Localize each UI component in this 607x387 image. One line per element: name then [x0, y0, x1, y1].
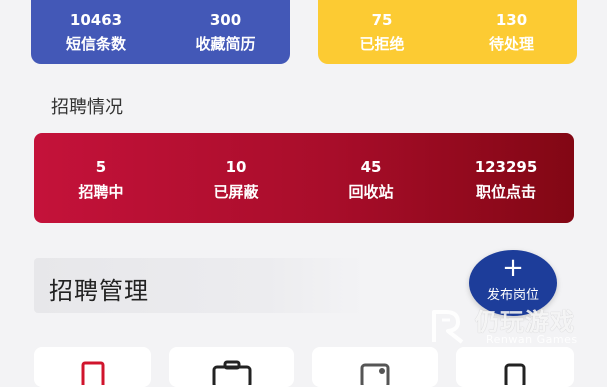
stat-sms-count[interactable]: 10463 短信条数	[31, 11, 161, 54]
briefcase-icon	[212, 360, 251, 385]
feature-tile-4[interactable]	[456, 347, 574, 387]
post-job-label: 发布岗位	[486, 288, 539, 303]
stat-value: 45	[360, 158, 382, 176]
stat-recycle-bin[interactable]: 45 回收站	[311, 158, 431, 202]
stat-value: 123295	[474, 158, 538, 176]
plus-icon: +	[502, 253, 524, 283]
card-icon	[360, 363, 390, 385]
section-title-recruitment-status: 招聘情况	[51, 97, 123, 118]
stat-label: 已拒绝	[359, 35, 405, 53]
stat-rejected[interactable]: 75 已拒绝	[318, 11, 446, 54]
watermark: 仍玩游戏 Renwan Games	[428, 302, 598, 352]
stat-value: 130	[495, 11, 528, 29]
stat-value: 10	[225, 158, 247, 176]
stat-label: 回收站	[348, 183, 394, 201]
stat-label: 招聘中	[78, 183, 124, 201]
stat-label: 收藏简历	[195, 35, 256, 53]
stat-pending[interactable]: 130 待处理	[446, 11, 577, 54]
stat-saved-resumes[interactable]: 300 收藏简历	[161, 11, 290, 54]
stats-card-applications: 75 已拒绝 130 待处理	[318, 0, 577, 64]
stat-label: 职位点击	[475, 183, 536, 201]
stat-value: 75	[371, 11, 393, 29]
stat-job-clicks[interactable]: 123295 职位点击	[446, 158, 566, 202]
document-icon	[81, 361, 104, 385]
stat-value: 300	[209, 11, 242, 29]
stat-blocked[interactable]: 10 已屏蔽	[176, 158, 296, 202]
watermark-text: 仍玩游戏	[475, 308, 575, 336]
stat-value: 5	[95, 158, 107, 176]
recruitment-management-header: 招聘管理	[34, 258, 364, 313]
feature-tile-3[interactable]	[312, 347, 438, 387]
watermark-logo-icon	[432, 310, 464, 344]
stat-recruiting[interactable]: 5 招聘中	[41, 158, 161, 202]
stats-card-messages: 10463 短信条数 300 收藏简历	[31, 0, 290, 64]
clipboard-icon	[504, 363, 526, 385]
stat-label: 短信条数	[65, 35, 126, 53]
watermark-subtext: Renwan Games	[486, 333, 578, 346]
recruitment-stats-card: 5 招聘中 10 已屏蔽 45 回收站 123295 职位点击	[34, 133, 574, 223]
feature-tile-2[interactable]	[169, 347, 294, 387]
page-title: 招聘管理	[49, 277, 149, 305]
stat-label: 待处理	[488, 35, 534, 53]
stat-value: 10463	[69, 11, 123, 29]
feature-tile-1[interactable]	[34, 347, 151, 387]
stat-label: 已屏蔽	[213, 183, 259, 201]
